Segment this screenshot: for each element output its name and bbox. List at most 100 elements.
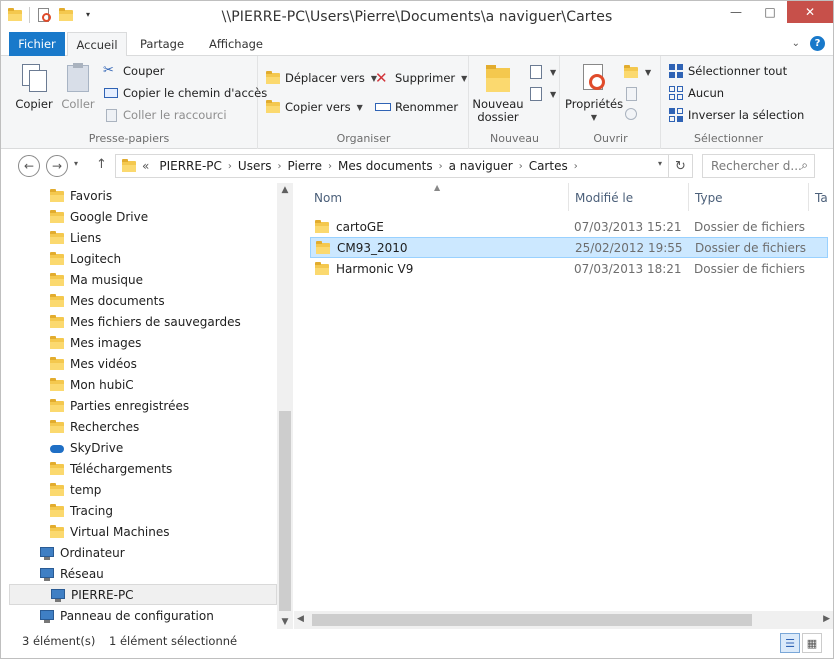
nav-item[interactable]: Mon hubiC xyxy=(1,374,277,395)
edit-button[interactable] xyxy=(623,84,639,104)
large-icons-view-button[interactable]: ▦ xyxy=(802,633,822,653)
nav-item[interactable]: Google Drive xyxy=(1,206,277,227)
nav-item[interactable]: PIERRE-PC xyxy=(9,584,277,605)
new-item-button[interactable]: ▼ xyxy=(528,62,556,82)
tab-home[interactable]: Accueil xyxy=(67,32,127,57)
easy-access-icon xyxy=(528,86,544,102)
address-dropdown-icon[interactable]: ▾ xyxy=(658,159,662,168)
delete-x-icon: ✕ xyxy=(375,69,388,87)
nav-item[interactable]: Virtual Machines xyxy=(1,521,277,542)
scroll-left-icon[interactable]: ◀ xyxy=(297,614,304,624)
back-button[interactable]: ← xyxy=(18,155,40,177)
select-all-button[interactable]: Sélectionner tout xyxy=(668,61,787,81)
column-divider[interactable] xyxy=(688,183,689,211)
copy-path-button[interactable]: Copier le chemin d'accès xyxy=(103,83,267,103)
nav-item[interactable]: Favoris xyxy=(1,185,277,206)
refresh-icon[interactable]: ↻ xyxy=(668,155,692,177)
file-row[interactable]: CM93_2010 25/02/2012 19:55 Dossier de fich… xyxy=(310,237,828,258)
new-folder-button[interactable]: Nouveau dossier xyxy=(472,62,524,124)
nav-item[interactable]: Mes documents xyxy=(1,290,277,311)
column-header-size[interactable]: Ta xyxy=(815,191,828,205)
chevron-down-icon: ▼ xyxy=(550,67,557,77)
forward-button[interactable]: → xyxy=(46,155,68,177)
file-modified: 07/03/2013 18:21 xyxy=(574,261,682,276)
copy-path-icon xyxy=(103,85,119,101)
breadcrumb-overflow[interactable]: « xyxy=(137,159,154,173)
history-button[interactable] xyxy=(623,104,639,124)
nav-item[interactable]: Réseau xyxy=(1,563,277,584)
file-row[interactable]: cartoGE 07/03/2013 15:21 Dossier de fichie… xyxy=(310,216,828,237)
search-icon[interactable]: ⌕ xyxy=(801,158,808,173)
column-header-modified[interactable]: Modifié le xyxy=(575,191,633,205)
rename-button[interactable]: Renommer xyxy=(375,97,458,117)
column-header-name[interactable]: Nom xyxy=(314,191,342,205)
close-button[interactable]: ✕ xyxy=(787,1,833,23)
nav-item[interactable]: Panneau de configuration xyxy=(1,605,277,626)
breadcrumb-chevron-icon[interactable]: › xyxy=(573,161,579,172)
column-divider[interactable] xyxy=(568,183,569,211)
maximize-button[interactable]: □ xyxy=(753,1,787,23)
open-button[interactable]: ▼ xyxy=(623,62,651,82)
tab-view[interactable]: Affichage xyxy=(201,32,271,56)
nav-item[interactable]: Logitech xyxy=(1,248,277,269)
nav-item-label: Logitech xyxy=(70,251,122,266)
properties-button[interactable]: Propriétés ▼ xyxy=(565,62,623,124)
nav-item[interactable]: Recherches xyxy=(1,416,277,437)
copy-to-button[interactable]: Copier vers ▼ xyxy=(265,97,363,117)
nav-item[interactable]: Parties enregistrées xyxy=(1,395,277,416)
tab-share[interactable]: Partage xyxy=(129,32,195,56)
cut-button[interactable]: ✂ Couper xyxy=(103,61,164,81)
delete-button[interactable]: ✕ Supprimer ▼ xyxy=(375,68,467,88)
move-to-button[interactable]: Déplacer vers ▼ xyxy=(265,68,377,88)
scroll-down-icon[interactable]: ▼ xyxy=(277,617,293,627)
column-divider[interactable] xyxy=(808,183,809,211)
file-row[interactable]: Harmonic V9 07/03/2013 18:21 Dossier de fi… xyxy=(310,258,828,279)
invert-selection-button[interactable]: Inverser la sélection xyxy=(668,105,804,125)
expand-ribbon-icon[interactable]: ⌄ xyxy=(792,38,800,49)
nav-item[interactable]: Mes fichiers de sauvegardes xyxy=(1,311,277,332)
nav-item[interactable]: Mes images xyxy=(1,332,277,353)
nav-item[interactable]: Ordinateur xyxy=(1,542,277,563)
open-group-label: Ouvrir xyxy=(593,132,628,145)
horizontal-scrollbar-thumb[interactable] xyxy=(312,614,752,626)
nav-item[interactable]: Téléchargements xyxy=(1,458,277,479)
properties-icon xyxy=(577,62,609,94)
nav-item[interactable]: temp xyxy=(1,479,277,500)
help-icon[interactable]: ? xyxy=(810,36,825,51)
breadcrumb-a-naviguer[interactable]: a naviguer xyxy=(444,159,518,173)
breadcrumb-users[interactable]: Users xyxy=(233,159,277,173)
select-all-label: Sélectionner tout xyxy=(688,64,788,78)
paste-shortcut-button[interactable]: Coller le raccourci xyxy=(103,105,227,125)
selection-count: 1 élément sélectionné xyxy=(109,634,238,648)
nav-item[interactable]: Tracing xyxy=(1,500,277,521)
address-bar[interactable]: « PIERRE-PC › Users › Pierre › Mes document… xyxy=(115,154,693,178)
easy-access-button[interactable]: ▼ xyxy=(528,84,556,104)
copy-button[interactable]: Copier xyxy=(13,62,55,111)
nav-item[interactable]: Ma musique xyxy=(1,269,277,290)
select-none-button[interactable]: Aucun xyxy=(668,83,724,103)
minimize-button[interactable]: — xyxy=(719,1,753,23)
recent-locations-icon[interactable]: ▾ xyxy=(74,159,78,168)
paste-button[interactable]: Coller xyxy=(59,62,97,111)
cut-label: Couper xyxy=(123,64,165,78)
column-header-type[interactable]: Type xyxy=(695,191,723,205)
horizontal-scrollbar[interactable]: ◀ ▶ xyxy=(294,611,833,629)
nav-item[interactable]: Mes vidéos xyxy=(1,353,277,374)
breadcrumb-pierre[interactable]: Pierre xyxy=(283,159,327,173)
tab-file[interactable]: Fichier xyxy=(9,32,65,56)
details-view-button[interactable]: ☰ xyxy=(780,633,800,653)
nav-item[interactable]: SkyDrive xyxy=(1,437,277,458)
breadcrumb-pierre-pc[interactable]: PIERRE-PC xyxy=(154,159,227,173)
nav-item[interactable]: Liens xyxy=(1,227,277,248)
breadcrumb-mes-documents[interactable]: Mes documents xyxy=(333,159,438,173)
scroll-up-icon[interactable]: ▲ xyxy=(277,185,293,195)
up-arrow-icon[interactable]: ↑ xyxy=(96,157,107,172)
breadcrumb-cartes[interactable]: Cartes xyxy=(524,159,573,173)
folder-icon xyxy=(315,240,331,256)
nav-scrollbar[interactable]: ▲ ▼ xyxy=(277,183,293,629)
item-count: 3 élément(s) xyxy=(22,634,96,648)
group-clipboard: Copier Coller ✂ Couper Copier le chemin … xyxy=(1,56,267,149)
nav-scrollbar-thumb[interactable] xyxy=(279,411,291,611)
scroll-right-icon[interactable]: ▶ xyxy=(823,614,830,624)
search-input[interactable]: Rechercher d... ⌕ xyxy=(702,154,815,178)
